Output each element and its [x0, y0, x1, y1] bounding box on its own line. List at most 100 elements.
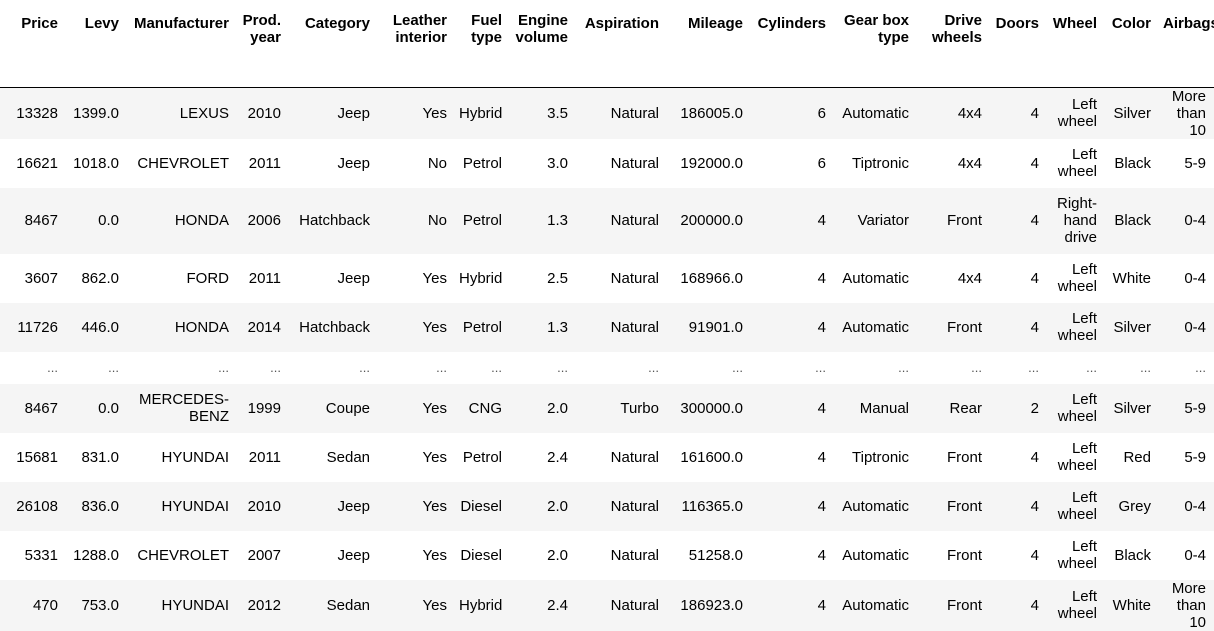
cell-color: White [1112, 269, 1151, 287]
cell-mileage: 116365.0 [681, 497, 743, 515]
cell-wheel: Right-hand drive [1056, 195, 1097, 246]
cell-leather-interior: Yes [422, 497, 447, 515]
table-row: 8467 0.0 HONDA 2006 Hatchback No Petrol 1.3 Natu… [0, 187, 1214, 254]
cell-gear-box-type: ... [898, 360, 909, 375]
cell-drive-wheels: Front [946, 497, 982, 515]
table-row: 26108 836.0 HYUNDAI 2010 Jeep Yes Diesel 2.0 Nat… [0, 481, 1214, 531]
cell-color: Black [1114, 212, 1151, 229]
column-header-leather-interior: Leather interior [378, 0, 455, 88]
table-row: 15681 831.0 HYUNDAI 2011 Sedan Yes Petrol 2.4 Na… [0, 432, 1214, 482]
cell-manufacturer: LEXUS [179, 104, 229, 122]
cell-mileage: 192000.0 [680, 154, 743, 172]
cell-cylinders: 6 [817, 154, 826, 172]
cell-category: Coupe [325, 399, 370, 417]
cell-wheel: Left wheel [1057, 440, 1097, 474]
cell-cylinders: ... [815, 360, 826, 375]
column-header-color: Color [1105, 0, 1159, 88]
cell-aspiration: Natural [610, 448, 659, 466]
cell-engine-volume: 2.4 [547, 596, 568, 614]
cell-color: ... [1140, 360, 1151, 375]
cell-leather-interior: Yes [422, 399, 447, 417]
cell-manufacturer: HONDA [174, 318, 229, 336]
cell-drive-wheels: 4x4 [957, 104, 982, 122]
cell-drive-wheels: 4x4 [957, 154, 982, 172]
cell-aspiration: Natural [610, 596, 659, 614]
cell-leather-interior: No [427, 212, 447, 229]
cell-leather-interior: No [427, 154, 447, 172]
cell-wheel: Left wheel [1057, 538, 1097, 572]
column-header-doors: Doors [990, 0, 1047, 88]
cell-airbags: 5-9 [1184, 448, 1206, 466]
cell-price: 11726 [17, 318, 58, 336]
cell-price: 470 [32, 596, 58, 614]
cell-price: 8467 [24, 399, 58, 417]
cell-airbags: 0-4 [1184, 269, 1206, 287]
cell-mileage: 300000.0 [680, 399, 743, 417]
cell-wheel: Left wheel [1057, 588, 1097, 622]
cell-cylinders: 4 [817, 596, 826, 614]
cell-mileage: 186005.0 [680, 104, 743, 122]
cell-color: Black [1114, 154, 1151, 172]
column-header-gear-box-type: Gear box type [834, 0, 917, 88]
cell-price: 5331 [24, 546, 58, 564]
cell-color: Silver [1113, 104, 1151, 122]
table-row: 11726 446.0 HONDA 2014 Hatchback Yes Petrol 1.3… [0, 302, 1214, 352]
cell-doors: 4 [1030, 546, 1039, 564]
cell-wheel: Left wheel [1057, 261, 1097, 295]
cell-wheel: Left wheel [1057, 96, 1097, 130]
column-header-prod-year: Prod. year [237, 0, 289, 88]
column-header-aspiration: Aspiration [576, 0, 667, 88]
cell-price: 15681 [16, 448, 58, 466]
cell-cylinders: 4 [817, 448, 826, 466]
cell-fuel-type: Diesel [460, 497, 502, 515]
cell-prod-year: 2010 [247, 104, 281, 122]
cell-prod-year: 2011 [248, 154, 281, 172]
cell-doors: 4 [1030, 596, 1039, 614]
cell-engine-volume: ... [557, 360, 568, 375]
cell-mileage: 168966.0 [680, 269, 743, 287]
cell-fuel-type: Diesel [460, 546, 502, 564]
cell-category: Jeep [337, 546, 370, 564]
cell-doors: 4 [1030, 212, 1039, 229]
column-header-drive-wheels: Drive wheels [917, 0, 990, 88]
cell-price: ... [47, 360, 58, 375]
cell-gear-box-type: Automatic [842, 596, 909, 614]
cell-gear-box-type: Automatic [842, 546, 909, 564]
cell-engine-volume: 2.0 [547, 546, 568, 564]
cell-levy: 0.0 [98, 399, 119, 417]
table-row: 8467 0.0 MERCEDES-BENZ 1999 Coupe Yes CNG 2.0 Tu… [0, 383, 1214, 433]
cell-drive-wheels: Front [946, 212, 982, 229]
cell-cylinders: 4 [817, 497, 826, 515]
column-header-levy: Levy [66, 0, 127, 88]
cell-levy: ... [108, 360, 119, 375]
cell-engine-volume: 2.0 [547, 399, 568, 417]
column-header-wheel: Wheel [1047, 0, 1105, 88]
cell-gear-box-type: Automatic [842, 318, 909, 336]
cell-doors: 4 [1030, 497, 1039, 515]
cell-leather-interior: Yes [422, 546, 447, 564]
cell-manufacturer: MERCEDES-BENZ [138, 391, 229, 425]
cell-manufacturer: ... [218, 360, 229, 375]
cell-gear-box-type: Automatic [842, 497, 909, 515]
cell-aspiration: Natural [610, 212, 659, 229]
cell-manufacturer: CHEVROLET [137, 154, 229, 172]
cell-manufacturer: HYUNDAI [161, 448, 229, 466]
cell-leather-interior: Yes [422, 448, 447, 466]
cell-doors: 4 [1030, 104, 1039, 122]
cell-fuel-type: Hybrid [459, 269, 503, 287]
cell-wheel: Left wheel [1057, 489, 1097, 523]
cell-price: 26108 [16, 497, 58, 515]
cell-fuel-type: CNG [468, 399, 502, 417]
cell-leather-interior: ... [436, 360, 447, 375]
cell-prod-year: 2010 [247, 497, 281, 515]
cell-price: 3607 [24, 269, 58, 287]
cell-prod-year: 1999 [247, 399, 281, 417]
cell-airbags: 0-4 [1184, 497, 1206, 515]
cell-doors: 4 [1030, 318, 1039, 336]
cell-cylinders: 4 [817, 212, 826, 229]
cell-fuel-type: Petrol [462, 318, 502, 336]
cell-airbags: More than 10 [1171, 579, 1206, 631]
column-header-engine-volume: Engine volume [510, 0, 576, 88]
table-row: 13328 1399.0 LEXUS 2010 Jeep Yes Hybrid 3.5 Natu… [0, 87, 1214, 139]
cell-mileage: 186923.0 [680, 596, 743, 614]
